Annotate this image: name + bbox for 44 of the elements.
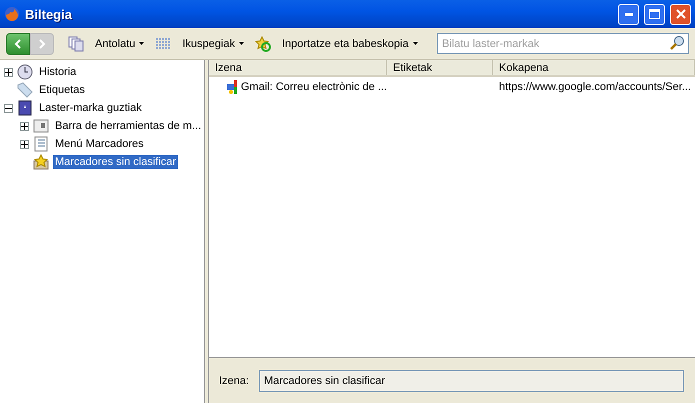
toolbar-icon	[33, 118, 49, 134]
search-icon	[669, 35, 685, 51]
star-folder-icon	[33, 154, 49, 170]
tree-item[interactable]: Menú Marcadores	[53, 137, 146, 151]
close-button[interactable]	[670, 4, 691, 24]
expander-icon[interactable]	[4, 104, 13, 112]
g-logo-icon	[227, 80, 237, 94]
tree-item[interactable]: Historia	[37, 65, 78, 79]
fox-globe-icon	[4, 6, 20, 22]
name-field[interactable]: Marcadores sin clasificar	[258, 370, 684, 392]
window-title: Biltegia	[25, 6, 73, 22]
tag-icon	[17, 82, 33, 98]
expander-icon[interactable]	[20, 140, 29, 148]
clock-icon	[17, 64, 33, 80]
list-icon	[33, 136, 49, 152]
toolbar-menu-button[interactable]: Inportatze eta babeskopia	[278, 36, 421, 52]
toolbar-menu-button[interactable]: Antolatu	[92, 36, 148, 52]
minimize-button[interactable]	[618, 4, 639, 24]
tree-item[interactable]: Marcadores sin clasificar	[53, 155, 178, 169]
field-label: Izena:	[219, 374, 249, 386]
expander-icon[interactable]	[20, 122, 29, 130]
column-header[interactable]: Izena	[209, 60, 387, 75]
tree-item[interactable]: Laster-marka guztiak	[37, 101, 144, 115]
pages-icon	[68, 36, 84, 52]
maximize-button[interactable]	[644, 4, 665, 24]
toolbar-menu-button[interactable]: Ikuspegiak	[179, 36, 247, 52]
caret-icon	[139, 42, 144, 45]
bookmark-folder-icon	[17, 100, 33, 116]
star-refresh-icon	[254, 36, 271, 52]
list-view-icon	[155, 36, 172, 52]
back-button[interactable]	[6, 32, 30, 54]
caret-icon	[238, 42, 244, 45]
search-field[interactable]: Bilatu laster-markak	[437, 33, 689, 54]
table-cell: https://www.google.com/accounts/Ser...	[499, 81, 691, 93]
expander-icon[interactable]	[4, 68, 13, 76]
tree-item[interactable]: Barra de herramientas de m...	[53, 119, 204, 133]
table-cell: Gmail: Correu electrònic de ...	[240, 81, 387, 93]
caret-icon	[412, 42, 418, 45]
maximize-icon	[649, 9, 660, 19]
minimize-icon	[624, 12, 632, 16]
column-header[interactable]: Etiketak	[387, 60, 493, 75]
tree-item[interactable]: Etiquetas	[37, 83, 87, 97]
column-header[interactable]: Kokapena	[493, 60, 695, 75]
close-icon	[676, 9, 686, 19]
